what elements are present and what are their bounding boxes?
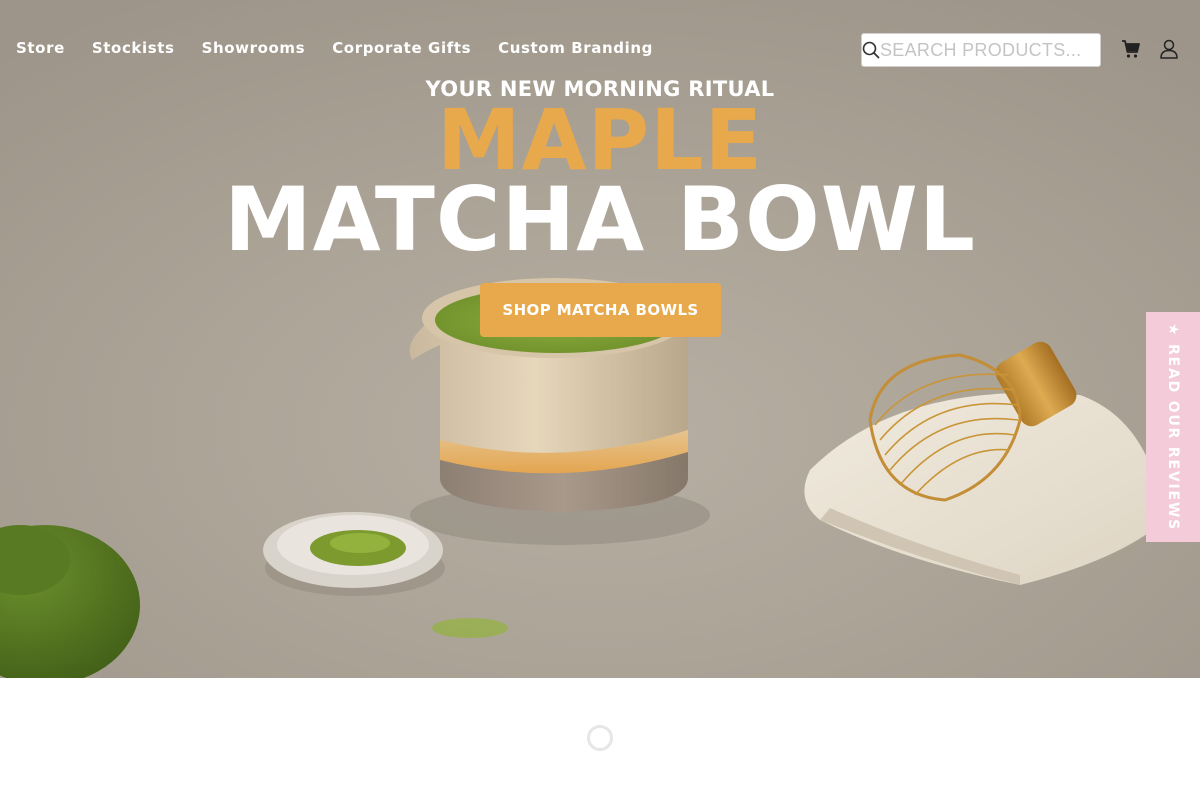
reviews-tab[interactable]: ★ READ OUR REVIEWS [1146, 312, 1200, 542]
account-icon[interactable] [1158, 38, 1180, 60]
nav-link-showrooms[interactable]: Showrooms [202, 39, 306, 57]
nav-link-stockists[interactable]: Stockists [92, 39, 175, 57]
cart-icon[interactable] [1120, 38, 1142, 60]
nav-link-corporate-gifts[interactable]: Corporate Gifts [332, 39, 471, 57]
search-input[interactable] [880, 35, 1112, 65]
nav-links: Store Stockists Showrooms Corporate Gift… [16, 39, 680, 57]
loading-spinner-icon [587, 725, 613, 751]
nav-link-store[interactable]: Store [16, 39, 65, 57]
hero-banner: Store Stockists Showrooms Corporate Gift… [0, 0, 1200, 678]
reviews-tab-label: ★ READ OUR REVIEWS [1165, 323, 1181, 531]
hero-title: MATCHA BOWL [224, 168, 976, 271]
search-icon[interactable] [862, 33, 880, 67]
nav-link-custom-branding[interactable]: Custom Branding [498, 39, 653, 57]
search-box [861, 33, 1112, 67]
shop-matcha-bowls-button[interactable]: SHOP MATCHA BOWLS [480, 283, 721, 337]
